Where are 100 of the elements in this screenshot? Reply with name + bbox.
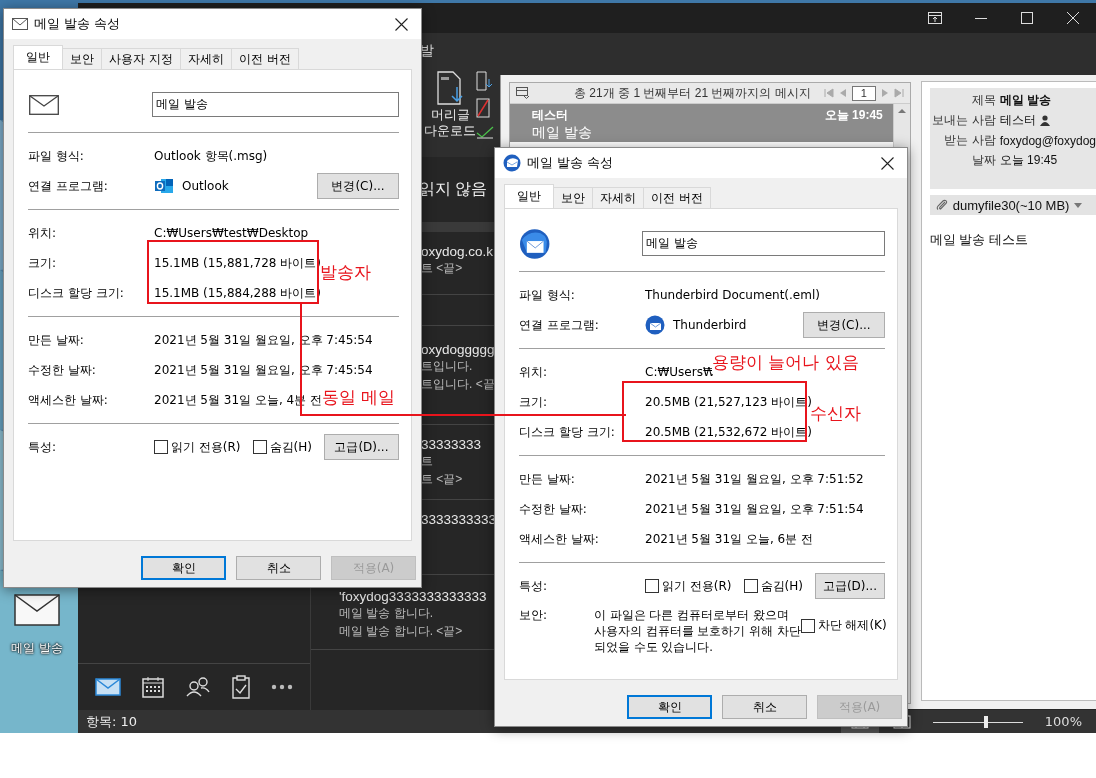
dialog-button[interactable]: 확인 <box>627 695 712 719</box>
message-text: 트입니다. <box>421 358 474 375</box>
slash-icon[interactable] <box>476 98 490 118</box>
property-label: 연결 프로그램: <box>519 316 600 334</box>
property-label: 수정한 날짜: <box>519 500 588 518</box>
checkbox-label[interactable]: 숨김(H) <box>269 438 312 456</box>
minimize-icon[interactable] <box>975 17 987 19</box>
mail-icon[interactable] <box>94 678 121 696</box>
property-value: Outlook <box>182 179 229 193</box>
message-text: 'foxydog3333333333333 <box>339 589 488 604</box>
message-text: 3333333333 <box>421 512 498 527</box>
clipboard-check-icon[interactable] <box>231 675 250 699</box>
header-label: 받는 사람 <box>943 132 996 149</box>
more-icon[interactable] <box>271 684 294 690</box>
ribbon-tab[interactable]: 발 <box>420 42 434 60</box>
page-field[interactable]: 1 <box>851 85 876 101</box>
attachment-bar[interactable]: dumyfile30(~10 MB) <box>929 195 1096 215</box>
checkbox-label[interactable]: 숨김(H) <box>760 577 803 595</box>
checkbox[interactable] <box>743 579 758 593</box>
close-icon[interactable] <box>880 156 894 170</box>
download-headers-button[interactable]: 머리글 다운로드 <box>424 71 476 139</box>
app-icon <box>645 315 665 335</box>
dialog-button[interactable]: 취소 <box>236 556 321 580</box>
advanced-button[interactable]: 고급(D)... <box>323 434 399 460</box>
document-arrow-icon[interactable] <box>476 71 494 91</box>
message-text: oxydoggggg <box>421 342 496 357</box>
calendar-icon[interactable] <box>142 676 165 698</box>
name-field[interactable]: 메일 발송 <box>642 231 885 256</box>
checkbox[interactable] <box>645 579 659 593</box>
zoom-slider[interactable] <box>932 715 1023 728</box>
header-value: 오늘 19:45 <box>999 152 1058 169</box>
message-text: 트 <box>421 453 434 470</box>
ribbon-display-icon[interactable] <box>928 12 942 24</box>
header-value: 테스터 <box>999 112 1036 129</box>
message-text: 트 <끝> <box>421 471 464 488</box>
dropdown-caret-icon[interactable] <box>1074 202 1083 208</box>
property-value: 2021년 5월 31일 오늘, 6분 전 <box>645 530 813 548</box>
property-value: 2021년 5월 31일 월요일, 오후 7:51:54 <box>645 500 864 518</box>
header-label: 보내는 사람 <box>931 112 996 129</box>
property-label: 액세스한 날짜: <box>519 530 600 548</box>
check-icon[interactable] <box>476 125 494 139</box>
checkbox-label[interactable]: 차단 해제(K) <box>817 617 887 634</box>
property-label: 위치: <box>28 224 58 242</box>
change-button[interactable]: 변경(C)... <box>803 312 885 338</box>
dialog-title: 메일 발송 속성 <box>34 15 121 33</box>
header-label: 날짜 <box>970 152 996 169</box>
envelope-icon <box>12 18 28 30</box>
envelope-icon <box>28 94 60 115</box>
property-label: 보안: <box>519 607 549 624</box>
change-button[interactable]: 변경(C)... <box>317 173 399 199</box>
property-value: 2021년 5월 31일 월요일, 오후 7:51:52 <box>645 470 864 488</box>
property-value: Thunderbird Document(.eml) <box>645 288 820 302</box>
person-icon[interactable] <box>1039 115 1050 126</box>
security-note: 이 파일은 다른 컴퓨터로부터 왔으며 사용자의 컴퓨터를 보호하기 위해 차단 되었을 수도 있습니다. <box>594 607 801 655</box>
advanced-button[interactable]: 고급(D)... <box>814 573 885 599</box>
message-text: 메일 발송 합니다. <끝> <box>339 623 464 640</box>
property-label: 파일 형식: <box>28 147 85 165</box>
tab[interactable]: 일반 <box>13 45 63 69</box>
message-count: 총 21개 중 1 번째부터 21 번째까지의 메시지 <box>574 84 811 102</box>
checkbox[interactable] <box>800 618 815 633</box>
dialog-button[interactable]: 취소 <box>722 695 807 719</box>
message-body: 메일 발송 테스트 <box>929 231 1028 249</box>
message-text: 33333333 <box>421 437 483 452</box>
envelope-icon[interactable] <box>14 594 60 626</box>
property-value: Outlook 항목(.msg) <box>154 147 268 165</box>
property-label: 디스크 할당 크기: <box>28 284 125 302</box>
checkbox[interactable] <box>252 440 267 454</box>
item-count: 항목: 10 <box>86 712 138 731</box>
checkbox-label[interactable]: 읽기 전용(R) <box>662 577 732 595</box>
property-value: C:₩Users₩test₩Desktop <box>154 226 309 240</box>
property-label: 만든 날짜: <box>28 331 85 349</box>
tab[interactable]: 이전 버전 <box>643 187 711 208</box>
bird-envelope-icon <box>503 154 521 172</box>
property-value: Thunderbird <box>673 318 747 332</box>
tab[interactable]: 일반 <box>504 184 554 208</box>
property-label: 연결 프로그램: <box>28 177 109 195</box>
name-field[interactable]: 메일 발송 <box>152 92 399 117</box>
property-label: 크기: <box>519 393 549 411</box>
tab[interactable]: 이전 버전 <box>230 48 299 69</box>
dialog-button[interactable]: 확인 <box>141 556 226 580</box>
property-label: 수정한 날짜: <box>28 361 97 379</box>
message-text: 트 <끝> <box>421 260 464 277</box>
annotation-text: 발송자 <box>320 261 371 284</box>
property-label: 디스크 할당 크기: <box>519 423 616 441</box>
message-text: 트입니다. <끝 <box>421 376 496 393</box>
column-picker-icon[interactable] <box>516 87 530 99</box>
property-label: 특성: <box>28 438 58 456</box>
checkbox-label[interactable]: 읽기 전용(R) <box>171 438 241 456</box>
bird-envelope-icon <box>519 227 551 260</box>
property-label: 파일 형식: <box>519 286 576 304</box>
close-icon[interactable] <box>394 17 408 31</box>
document-download-icon <box>435 71 465 105</box>
maximize-icon[interactable] <box>1021 12 1033 24</box>
zoom-level: 100% <box>1044 714 1082 729</box>
app-icon <box>154 177 174 195</box>
slider-thumb[interactable] <box>984 715 989 728</box>
property-label: 액세스한 날짜: <box>28 391 109 409</box>
people-icon[interactable] <box>186 677 210 697</box>
scroll-up-icon[interactable] <box>896 108 907 114</box>
checkbox[interactable] <box>154 440 168 454</box>
